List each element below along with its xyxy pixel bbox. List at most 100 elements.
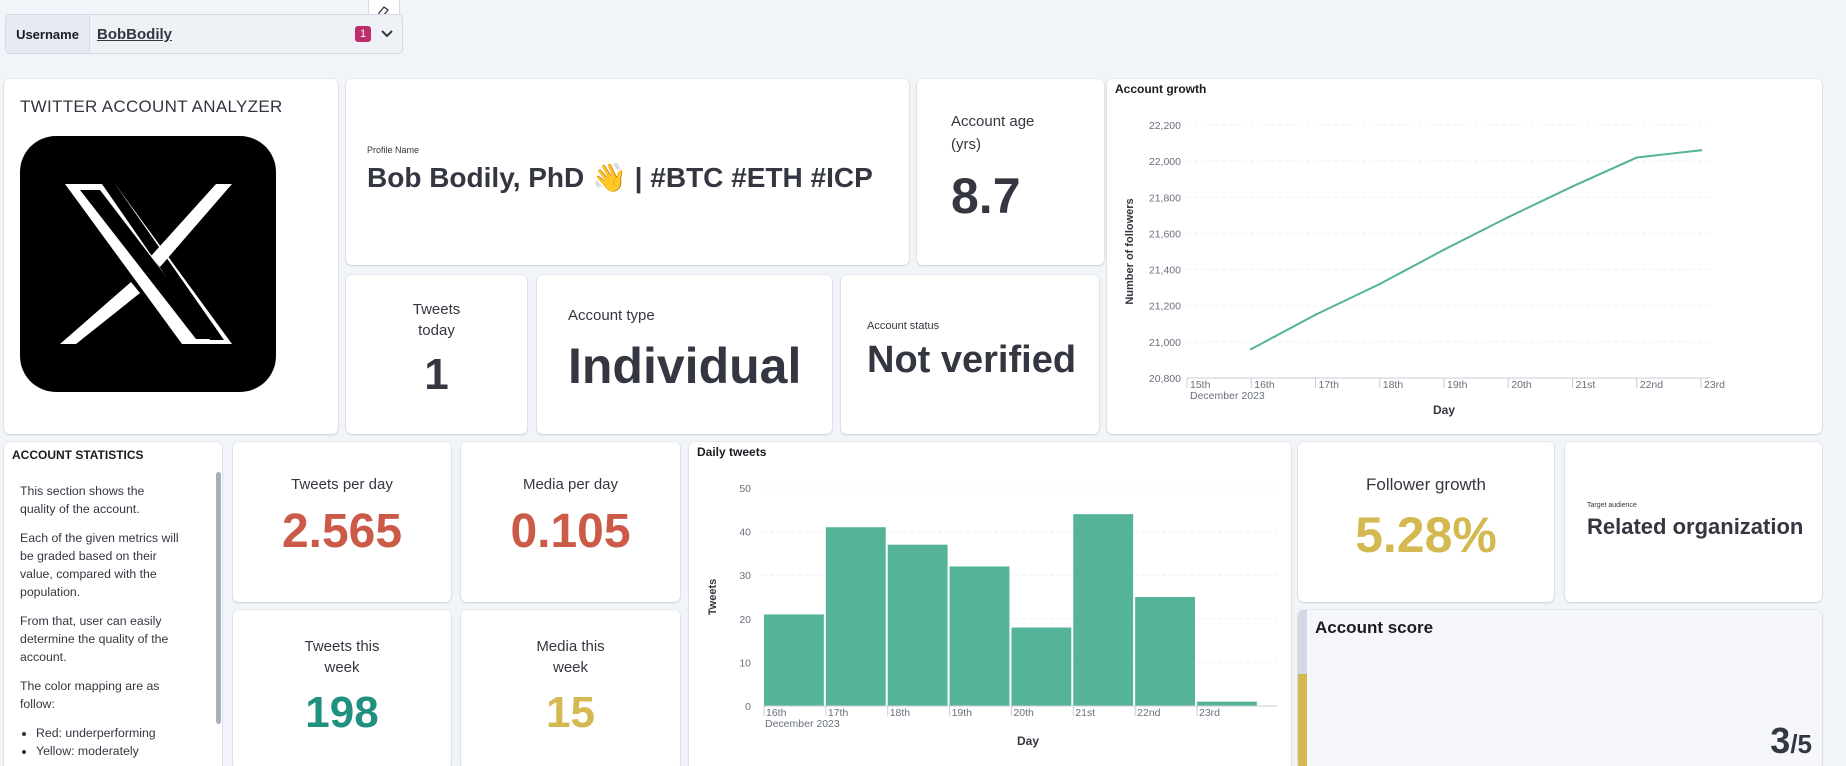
y-tick-label: 30 — [739, 570, 751, 582]
x-axis-title: Day — [1017, 734, 1039, 748]
tweets-this-week-value: 198 — [305, 688, 379, 737]
y-tick-label: 50 — [739, 483, 751, 495]
x-tick-label: 18th — [1383, 379, 1404, 391]
target-audience-value: Related organization — [1587, 514, 1804, 539]
target-audience-panel: Target audience Related organization — [1565, 442, 1822, 602]
account-type-panel: Account type Individual — [537, 275, 832, 434]
x-tick-sublabel: December 2023 — [765, 718, 840, 730]
bar — [764, 614, 824, 706]
bar — [887, 544, 948, 706]
y-tick-label: 22,000 — [1149, 156, 1181, 168]
x-tick-label: 21st — [1075, 707, 1095, 719]
account-type-value: Individual — [568, 338, 802, 394]
x-tick-label: 17th — [1319, 379, 1340, 391]
data-point — [1571, 185, 1574, 188]
username-filter[interactable]: Username BobBodily 1 — [5, 14, 403, 54]
tweets-per-day-value: 2.565 — [281, 505, 403, 558]
statistics-paragraph: Each of the given metrics will be graded… — [20, 531, 179, 599]
target-audience-label: Target audience — [1587, 502, 1637, 509]
media-this-week-label-2: week — [552, 659, 589, 676]
x-tick-label: 20th — [1013, 707, 1034, 719]
media-this-week-value: 15 — [546, 688, 595, 737]
daily-tweets-panel: Daily tweets 0 10 20 30 40 50 16th 17th 18th 19th… — [689, 442, 1291, 766]
account-age-unit: (yrs) — [951, 136, 981, 153]
y-tick-label: 21,600 — [1149, 228, 1181, 240]
score-gauge-fill — [1298, 674, 1307, 766]
y-tick-label: 20 — [739, 614, 751, 626]
bar — [1197, 701, 1257, 706]
y-tick-label: 22,200 — [1149, 120, 1181, 132]
account-status-panel: Account status Not verified — [841, 275, 1099, 434]
media-per-day-value: 0.105 — [510, 505, 631, 558]
y-tick-label: 40 — [739, 527, 751, 539]
account-growth-chart: Account growth 20,800 21,000 21,200 21,400 2… — [1115, 82, 1725, 417]
y-tick-label: 21,000 — [1149, 337, 1181, 349]
y-axis-title: Number of followers — [1124, 198, 1136, 304]
y-tick-label: 10 — [739, 657, 751, 669]
analyzer-panel: TWITTER ACCOUNT ANALYZER — [4, 79, 338, 434]
bar — [1135, 597, 1196, 706]
data-point — [1250, 347, 1253, 351]
y-tick-label: 21,800 — [1149, 192, 1181, 204]
statistics-paragraph: The color mapping are as follow: — [20, 679, 160, 711]
data-point — [1507, 215, 1510, 219]
x-tick-label: 21st — [1576, 379, 1596, 391]
x-tick-label: 22nd — [1137, 707, 1161, 719]
account-age-label: Account age — [951, 113, 1035, 130]
score-gauge — [1298, 610, 1307, 766]
color-legend-item: Red: underperforming — [36, 724, 180, 742]
tweets-today-label: Tweets — [412, 301, 461, 318]
x-tick-label: 20th — [1511, 379, 1532, 391]
chart-title: Daily tweets — [697, 445, 767, 459]
account-status-value: Not verified — [867, 339, 1077, 381]
x-tick-label: 22nd — [1640, 379, 1664, 391]
account-score-panel: Account score 3/5 — [1298, 610, 1822, 766]
series-line — [1250, 149, 1702, 350]
x-tick-sublabel: December 2023 — [1190, 390, 1265, 402]
profile-name-label: Profile Name — [367, 145, 420, 155]
account-score-value: 3 — [1770, 720, 1791, 761]
tweets-today-panel: Tweets today 1 — [346, 275, 527, 434]
page-title: TWITTER ACCOUNT ANALYZER — [20, 97, 283, 116]
account-score-title: Account score — [1315, 618, 1434, 637]
profile-name: Bob Bodily, PhD 👋 | #BTC #ETH #ICP — [367, 162, 873, 193]
bar — [949, 566, 1010, 706]
tweets-per-day-label: Tweets per day — [291, 476, 393, 493]
tweets-this-week-label-2: week — [324, 659, 360, 676]
media-per-day-panel: Media per day 0.105 — [461, 442, 680, 602]
scrollbar[interactable] — [216, 472, 221, 724]
y-tick-label: 21,200 — [1149, 301, 1181, 313]
account-statistics-panel: ACCOUNT STATISTICS This section shows th… — [4, 442, 222, 766]
account-growth-panel: Account growth 20,800 21,000 21,200 21,400 2… — [1107, 79, 1822, 434]
data-point — [1378, 282, 1381, 286]
x-tick-label: 23rd — [1199, 707, 1220, 719]
statistics-title: ACCOUNT STATISTICS — [12, 448, 144, 462]
tweets-this-week-panel: Tweets this week 198 — [233, 610, 451, 766]
selection-count-badge: 1 — [355, 26, 371, 42]
daily-tweets-chart: Daily tweets 0102030405016th 17th 18th 19th… — [697, 445, 1277, 748]
account-status-label: Account status — [867, 320, 940, 332]
x-tick-label: 23rd — [1704, 379, 1725, 391]
data-point — [1635, 156, 1638, 159]
data-point — [1699, 149, 1703, 152]
account-type-label: Account type — [568, 307, 655, 324]
media-this-week-panel: Media this week 15 — [461, 610, 680, 766]
tweets-per-day-panel: Tweets per day 2.565 — [233, 442, 451, 602]
follower-growth-value: 5.28% — [1355, 507, 1497, 563]
tweets-this-week-label: Tweets this — [304, 638, 380, 655]
y-axis-title: Tweets — [707, 579, 719, 615]
bar — [1011, 627, 1072, 706]
chevron-down-icon[interactable] — [378, 25, 396, 43]
filter-value[interactable]: BobBodily — [97, 26, 172, 43]
filter-label: Username — [6, 15, 90, 53]
x-tick-label: 19th — [952, 707, 973, 719]
data-point — [1314, 313, 1317, 316]
account-age-value: 8.7 — [951, 168, 1021, 224]
x-tick-label: 19th — [1447, 379, 1468, 391]
bar — [825, 527, 886, 706]
statistics-paragraph: From that, user can easily determine the… — [20, 614, 169, 664]
color-legend-item: Yellow: moderately — [36, 742, 180, 760]
media-per-day-label: Media per day — [522, 476, 619, 493]
account-age-panel: Account age (yrs) 8.7 — [917, 79, 1104, 265]
bar — [1073, 514, 1134, 706]
